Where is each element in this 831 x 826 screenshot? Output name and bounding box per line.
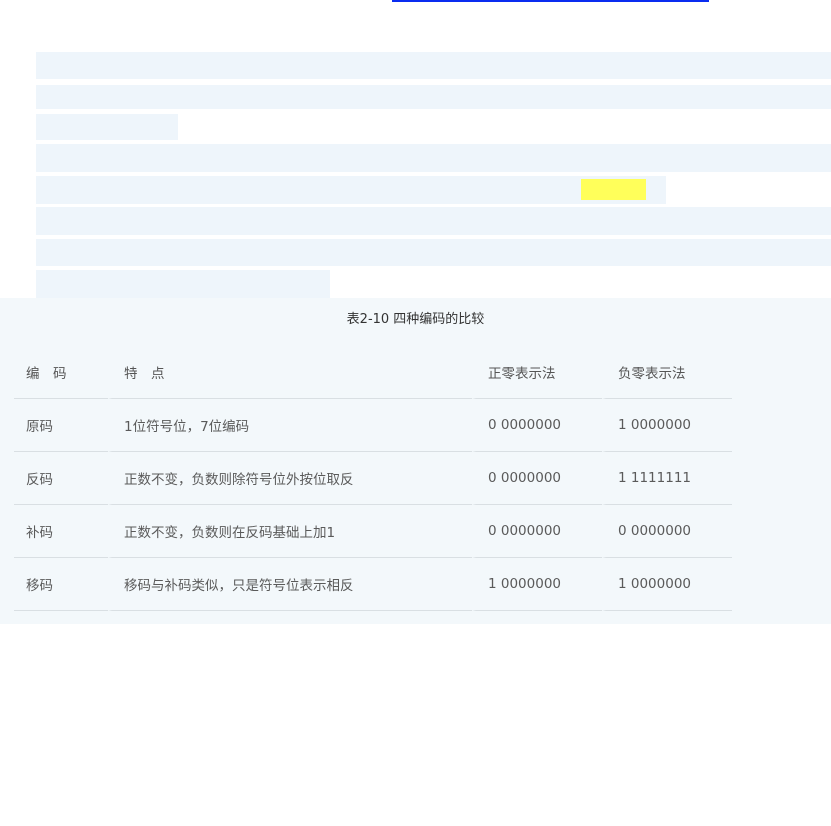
table-caption: 表2-10 四种编码的比较	[346, 312, 485, 327]
cell-encoding: 移码	[14, 558, 108, 611]
cell-negative-zero: 1 1111111	[602, 452, 732, 505]
table-row: 移码 移码与补码类似，只是符号位表示相反 1 0000000 1 0000000	[14, 558, 732, 611]
table-row: 原码 1位符号位，7位编码 0 0000000 1 0000000	[14, 399, 732, 452]
encoding-table-panel: 表2-10 四种编码的比较 编 码 特 点 正零表示法 负零表示法 原码 1位符…	[0, 298, 831, 624]
redacted-line	[36, 85, 831, 109]
cell-feature: 正数不变，负数则除符号位外按位取反	[108, 452, 472, 505]
cell-encoding: 补码	[14, 505, 108, 558]
cell-positive-zero: 0 0000000	[472, 452, 602, 505]
header-encoding: 编 码	[14, 346, 108, 399]
cell-positive-zero: 1 0000000	[472, 558, 602, 611]
cell-negative-zero: 0 0000000	[602, 505, 732, 558]
table-row: 反码 正数不变，负数则除符号位外按位取反 0 0000000 1 1111111	[14, 452, 732, 505]
table-row: 补码 正数不变，负数则在反码基础上加1 0 0000000 0 0000000	[14, 505, 732, 558]
redacted-line	[36, 207, 831, 235]
cell-positive-zero: 0 0000000	[472, 399, 602, 452]
encoding-comparison-table: 编 码 特 点 正零表示法 负零表示法 原码 1位符号位，7位编码 0 0000…	[14, 346, 732, 611]
cell-negative-zero: 1 0000000	[602, 558, 732, 611]
cell-feature: 移码与补码类似，只是符号位表示相反	[108, 558, 472, 611]
link-underline[interactable]	[392, 0, 709, 2]
cell-encoding: 原码	[14, 399, 108, 452]
cell-feature: 正数不变，负数则在反码基础上加1	[108, 505, 472, 558]
redacted-paragraph	[36, 52, 831, 298]
cell-feature: 1位符号位，7位编码	[108, 399, 472, 452]
redacted-line	[36, 52, 831, 79]
cell-negative-zero: 1 0000000	[602, 399, 732, 452]
cell-positive-zero: 0 0000000	[472, 505, 602, 558]
cell-encoding: 反码	[14, 452, 108, 505]
header-feature: 特 点	[108, 346, 472, 399]
redacted-line	[36, 114, 178, 140]
highlighted-text	[581, 179, 646, 200]
header-negative-zero: 负零表示法	[602, 346, 732, 399]
redacted-line	[36, 144, 831, 172]
redacted-line	[36, 176, 666, 204]
redacted-line	[36, 270, 330, 298]
header-positive-zero: 正零表示法	[472, 346, 602, 399]
table-header-row: 编 码 特 点 正零表示法 负零表示法	[14, 346, 732, 399]
redacted-line	[36, 239, 831, 266]
